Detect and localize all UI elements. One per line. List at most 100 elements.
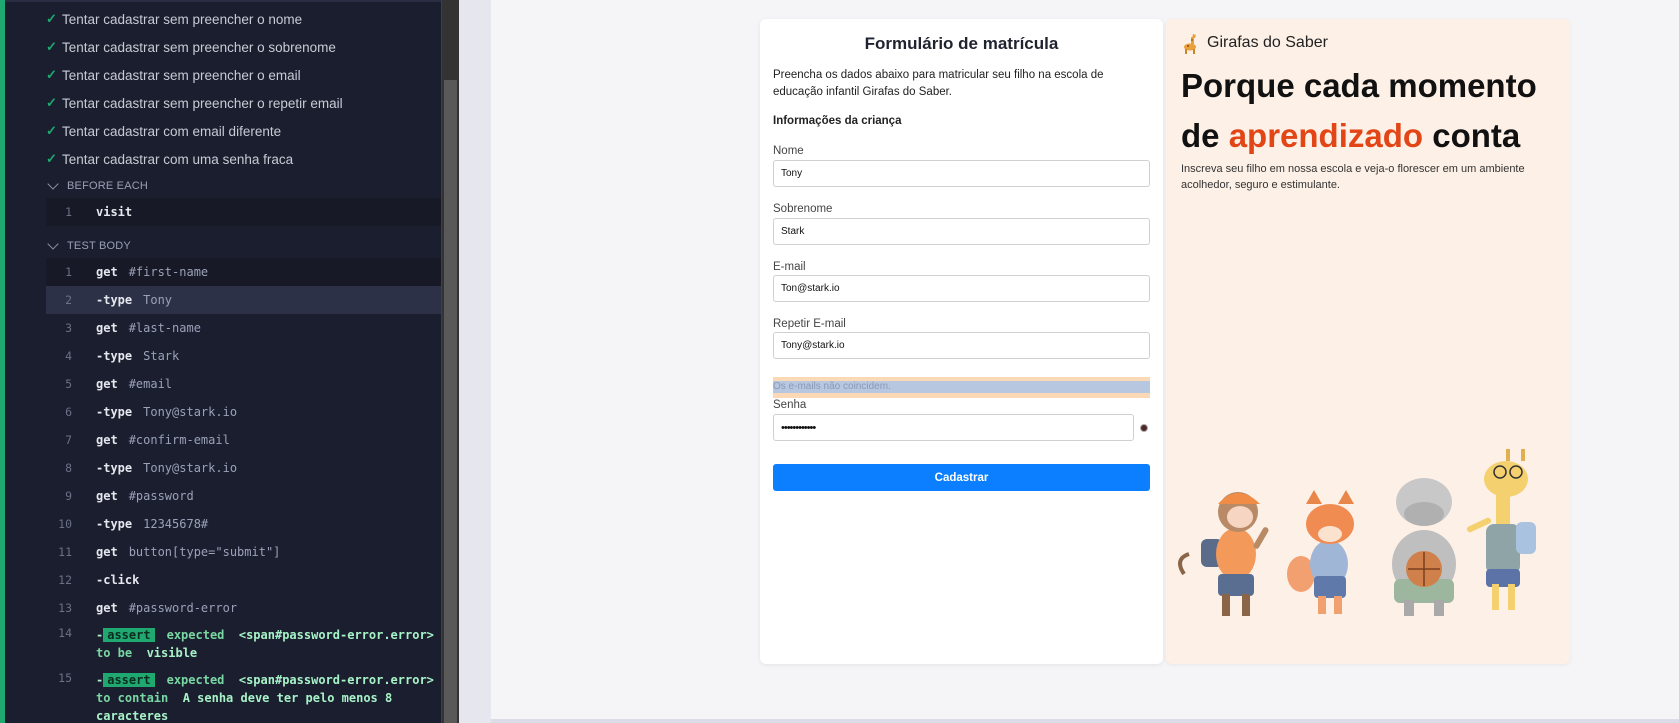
section-heading: Informações da criança	[773, 115, 902, 127]
command-name: -click	[96, 573, 140, 587]
chevron-down-icon	[47, 238, 59, 250]
assert-subject: <span#password-error.error>	[238, 628, 434, 642]
email-label: E-mail	[773, 261, 806, 273]
command-number: 7	[65, 433, 72, 447]
divider	[5, 0, 441, 2]
enrollment-form: Formulário de matrícula Preencha os dado…	[760, 19, 1163, 664]
last-name-input[interactable]: Stark	[773, 218, 1150, 245]
first-name-input[interactable]: Tony	[773, 160, 1150, 187]
command-row[interactable]: 8 -type Tony@stark.io	[46, 454, 442, 482]
command-name: get	[96, 377, 118, 391]
command-number: 8	[65, 461, 72, 475]
command-name: get	[96, 601, 118, 615]
show-password-icon[interactable]	[1140, 424, 1148, 432]
test-item[interactable]: ✓ Tentar cadastrar sem preencher o email	[46, 65, 301, 85]
confirm-email-input[interactable]: Tony@stark.io	[773, 332, 1150, 359]
command-number: 3	[65, 321, 72, 335]
headline-part: conta	[1432, 117, 1521, 154]
command-number: 4	[65, 349, 72, 363]
command-name: -type	[96, 461, 133, 475]
command-row[interactable]: 3 get #last-name	[46, 314, 442, 342]
command-number: 15	[58, 671, 72, 685]
command-number: 5	[65, 377, 72, 391]
submit-button[interactable]: Cadastrar	[773, 464, 1150, 491]
scrollbar-thumb[interactable]	[444, 80, 457, 723]
command-name: get	[96, 433, 118, 447]
before-each-header[interactable]: BEFORE EACH	[46, 177, 148, 195]
command-row[interactable]: 12 -click	[46, 566, 442, 594]
command-name: get	[96, 321, 118, 335]
command-row[interactable]: 1 visit	[46, 198, 442, 226]
command-row[interactable]: 13 get #password-error	[46, 594, 442, 622]
first-name-label: Nome	[773, 145, 804, 157]
command-message: #first-name	[128, 265, 209, 279]
last-name-label: Sobrenome	[773, 203, 833, 215]
command-number: 13	[58, 601, 72, 615]
command-log-panel: ✓ Tentar cadastrar sem preencher o nome ✓…	[0, 0, 459, 723]
command-row[interactable]: 10 -type 12345678#	[46, 510, 442, 538]
command-name: get	[96, 545, 118, 559]
confirm-email-label: Repetir E-mail	[773, 318, 846, 330]
brand: Girafas do Saber	[1181, 32, 1328, 54]
email-input[interactable]: Ton@stark.io	[773, 275, 1150, 302]
giraffe-illustration	[1466, 449, 1536, 610]
check-icon: ✓	[46, 11, 57, 26]
command-name: -type	[96, 517, 133, 531]
test-title: Tentar cadastrar sem preencher o email	[62, 67, 301, 83]
password-input[interactable]: ••••••••••••	[773, 414, 1134, 441]
headline-accent: aprendizado	[1228, 117, 1424, 154]
test-pass-indicator	[0, 0, 5, 723]
assert-value: caracteres	[96, 709, 169, 723]
panel-resizer[interactable]	[459, 0, 491, 723]
reporter-scrollbar[interactable]	[441, 0, 459, 723]
check-icon: ✓	[46, 67, 57, 82]
command-row[interactable]: 6 -type Tony@stark.io	[46, 398, 442, 426]
command-row[interactable]: 5 get #email	[46, 370, 442, 398]
command-number: 12	[58, 573, 72, 587]
command-message: #confirm-email	[128, 433, 230, 447]
check-icon: ✓	[46, 151, 57, 166]
test-item[interactable]: ✓ Tentar cadastrar sem preencher o repeti…	[46, 93, 343, 113]
assert-value: visible	[146, 646, 198, 660]
password-label: Senha	[773, 399, 807, 411]
assert-row[interactable]: 14 - assert expected <span#password-error.…	[46, 626, 442, 666]
command-message: #last-name	[128, 321, 201, 335]
command-row[interactable]: 11 get button[type="submit"]	[46, 538, 442, 566]
assert-badge: assert	[103, 673, 155, 687]
command-row[interactable]: 1 get #first-name	[46, 258, 442, 286]
hook-label: TEST BODY	[67, 240, 131, 252]
chevron-down-icon	[47, 178, 59, 190]
check-icon: ✓	[46, 95, 57, 110]
command-row[interactable]: 9 get #password	[46, 482, 442, 510]
test-title: Tentar cadastrar com email diferente	[62, 123, 282, 139]
command-message: button[type="submit"]	[128, 545, 281, 559]
test-item[interactable]: ✓ Tentar cadastrar sem preencher o sobren…	[46, 37, 336, 57]
command-message: #password	[128, 489, 194, 503]
assert-row[interactable]: 15 - assert expected <span#password-error.…	[46, 671, 442, 723]
command-name: -type	[96, 405, 133, 419]
assert-word: expected	[166, 673, 225, 687]
command-number: 1	[65, 205, 72, 219]
command-number: 1	[65, 265, 72, 279]
form-title: Formulário de matrícula	[864, 34, 1059, 53]
hook-label: BEFORE EACH	[67, 180, 149, 192]
animal-students-illustration	[1178, 449, 1536, 616]
test-item[interactable]: ✓ Tentar cadastrar com uma senha fraca	[46, 149, 293, 169]
test-item[interactable]: ✓ Tentar cadastrar com email diferente	[46, 121, 281, 141]
command-message: Stark	[143, 349, 180, 363]
command-message: #email	[128, 377, 173, 391]
command-message: Tony	[143, 293, 173, 307]
command-row[interactable]: 7 get #confirm-email	[46, 426, 442, 454]
test-item[interactable]: ✓ Tentar cadastrar sem preencher o nome	[46, 9, 302, 29]
command-row[interactable]: 2 -type Tony	[46, 286, 442, 314]
test-body-header[interactable]: TEST BODY	[46, 237, 131, 255]
command-number: 6	[65, 405, 72, 419]
test-title: Tentar cadastrar sem preencher o repetir…	[62, 95, 343, 111]
brand-name: Girafas do Saber	[1207, 34, 1328, 51]
assert-word: to contain	[96, 691, 169, 705]
test-title: Tentar cadastrar com uma senha fraca	[62, 151, 294, 167]
check-icon: ✓	[46, 39, 57, 54]
email-error-message: Os e-mails não coincidem.	[773, 377, 1150, 398]
command-row[interactable]: 4 -type Stark	[46, 342, 442, 370]
command-name: -type	[96, 293, 133, 307]
